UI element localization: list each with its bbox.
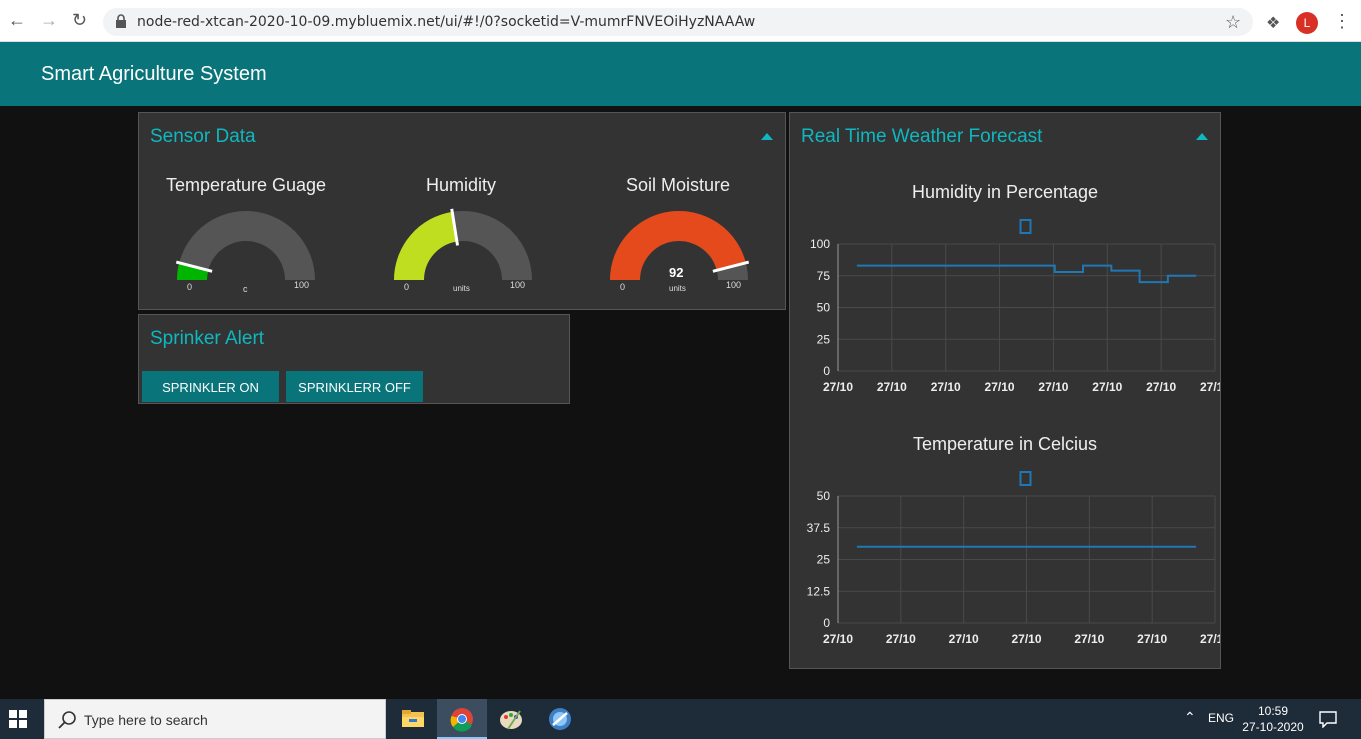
x-tick-label: 27/10: [823, 632, 853, 646]
taskbar-clock[interactable]: 10:59 27-10-2020: [1238, 703, 1308, 735]
y-tick-label: 0: [823, 616, 830, 630]
menu-icon[interactable]: ⋮: [1333, 11, 1351, 32]
gauges-svg: [175, 208, 750, 281]
gauge-fill-1: [394, 211, 458, 281]
y-tick-label: 50: [817, 489, 831, 503]
extensions-icon[interactable]: ❖: [1266, 13, 1280, 33]
humidity-chart: 100 75 50 25 0 27/10 27/10 27/10 27/10 27/10 27/10…: [810, 219, 1220, 394]
x-tick-label: 27/10: [823, 380, 853, 394]
x-tick-label: 27/10: [877, 380, 907, 394]
gauge-min-humidity: 0: [404, 282, 410, 292]
sprinkler-alert-title: Sprinker Alert: [150, 328, 265, 349]
x-tick-label: 27/10: [1200, 632, 1220, 646]
clock-date: 27-10-2020: [1242, 720, 1304, 734]
y-tick-label: 25: [817, 553, 831, 567]
search-placeholder: Type here to search: [84, 712, 208, 728]
paint-icon[interactable]: [494, 705, 528, 733]
gauge-unit-temperature: c: [243, 284, 248, 294]
x-tick-label: 27/10: [931, 380, 961, 394]
x-tick-label: 27/10: [985, 380, 1015, 394]
notification-icon[interactable]: [1319, 710, 1337, 728]
sprinkler-on-button[interactable]: SPRINKLER ON: [142, 371, 279, 402]
chevron-up-icon[interactable]: ⌃: [1184, 709, 1196, 726]
x-tick-label: 27/10: [1137, 632, 1167, 646]
app-icon[interactable]: [543, 705, 577, 733]
reload-icon[interactable]: ↻: [72, 10, 87, 31]
browser-toolbar: ← → ↻ node-red-xtcan-2020-10-09.mybluemi…: [0, 0, 1361, 42]
gauge-track-0: [177, 211, 315, 281]
app-header: Smart Agriculture System: [0, 42, 1361, 106]
x-tick-label: 27/10: [949, 632, 979, 646]
series-line-0: [856, 264, 1197, 284]
sprinkler-alert-card: Sprinker Alert SPRINKLER ON SPRINKLERR O…: [138, 314, 570, 404]
x-tick-label: 27/10: [1011, 632, 1041, 646]
x-tick-label: 27/10: [1092, 380, 1122, 394]
search-icon: [58, 711, 76, 729]
gauge-value-soil: 92: [669, 265, 684, 280]
lock-icon: [116, 14, 126, 28]
language-indicator[interactable]: ENG: [1208, 711, 1234, 725]
sensor-data-card: Sensor Data Temperature Guage Humidity S…: [138, 112, 786, 310]
gauge-max-temperature: 100: [294, 280, 310, 290]
windows-start-icon[interactable]: [9, 710, 27, 728]
temperature-chart: 50 37.5 25 12.5 0 27/10 27/10 27/10 27/10 27/10 27…: [807, 471, 1220, 646]
gauge-max-soil: 100: [726, 280, 742, 290]
clock-time: 10:59: [1257, 704, 1289, 718]
gauge-fill-0: [177, 262, 209, 281]
url-text: node-red-xtcan-2020-10-09.mybluemix.net/…: [137, 14, 756, 30]
legend-swatch: [1019, 471, 1032, 486]
file-explorer-icon[interactable]: [396, 705, 430, 733]
collapse-caret-icon[interactable]: [1196, 133, 1208, 140]
profile-avatar[interactable]: L: [1296, 12, 1318, 34]
x-tick-label: 27/10: [1074, 632, 1104, 646]
y-tick-label: 75: [817, 269, 831, 283]
y-tick-label: 50: [817, 301, 831, 315]
bookmark-star-icon[interactable]: ☆: [1225, 12, 1241, 33]
forward-arrow-icon[interactable]: →: [40, 10, 58, 31]
x-tick-label: 27/10: [1038, 380, 1068, 394]
back-arrow-icon[interactable]: ←: [8, 10, 26, 31]
weather-forecast-card: Real Time Weather Forecast Humidity in P…: [789, 112, 1221, 669]
address-bar[interactable]: node-red-xtcan-2020-10-09.mybluemix.net/…: [103, 8, 1253, 36]
weather-forecast-title: Real Time Weather Forecast: [801, 126, 1043, 147]
page-title: Smart Agriculture System: [41, 63, 267, 85]
y-tick-label: 100: [810, 237, 830, 251]
gauge-min-soil: 0: [620, 282, 626, 292]
y-tick-label: 0: [823, 364, 830, 378]
gauge-unit-humidity: units: [453, 284, 470, 293]
x-tick-label: 27/10: [1200, 380, 1220, 394]
y-tick-label: 12.5: [807, 584, 831, 598]
windows-taskbar: Type here to search ⌃ ENG 10:59 27-10-20…: [0, 699, 1361, 739]
gauge-max-humidity: 100: [510, 280, 526, 290]
temperature-chart-title: Temperature in Celcius: [912, 434, 1098, 454]
y-tick-label: 37.5: [807, 521, 831, 535]
gauge-unit-soil: units: [669, 284, 686, 293]
y-tick-label: 25: [817, 332, 831, 346]
sprinkler-off-button[interactable]: SPRINKLERR OFF: [286, 371, 423, 402]
x-tick-label: 27/10: [1146, 380, 1176, 394]
chrome-icon[interactable]: [445, 705, 479, 733]
gauge-min-temperature: 0: [187, 282, 193, 292]
taskbar-search-box[interactable]: Type here to search: [44, 699, 386, 739]
x-tick-label: 27/10: [886, 632, 916, 646]
humidity-chart-title: Humidity in Percentage: [911, 182, 1099, 202]
legend-swatch: [1019, 219, 1032, 234]
